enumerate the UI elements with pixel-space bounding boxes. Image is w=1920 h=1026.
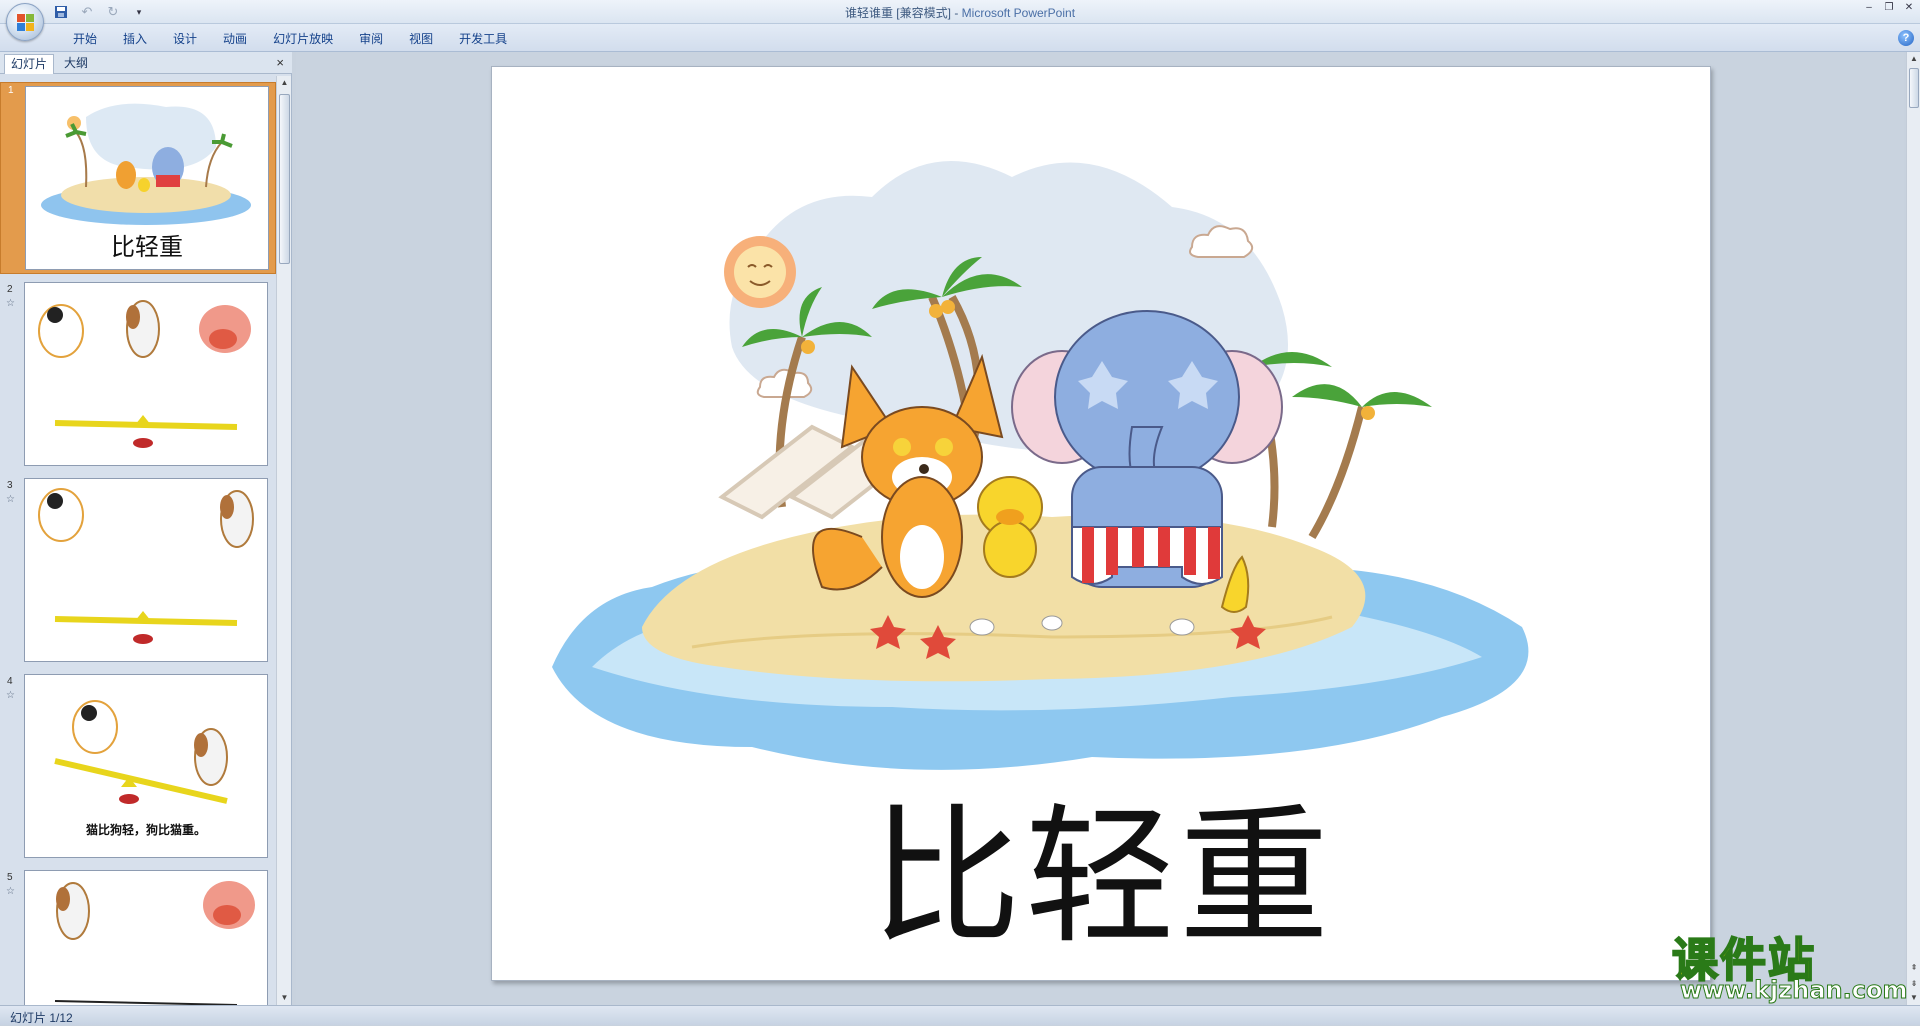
- slide-number: 2: [7, 284, 13, 295]
- slide-editing-area: 比轻重: [296, 52, 1904, 1005]
- slide-counter: 幻灯片 1/12: [10, 1011, 73, 1025]
- slide-thumbnail[interactable]: 3 ☆: [0, 478, 276, 668]
- slide-number: 4: [7, 676, 13, 687]
- close-icon[interactable]: ×: [276, 55, 284, 70]
- slide-scrollbar[interactable]: ▲ ⇞ ⇟ ▼: [1906, 52, 1920, 1005]
- status-bar: 幻灯片 1/12: [0, 1005, 1920, 1025]
- window-controls: – ❐ ✕: [1862, 2, 1916, 14]
- previous-slide-icon[interactable]: ⇞: [1907, 961, 1920, 975]
- tab-slides[interactable]: 幻灯片: [4, 54, 55, 74]
- slide-preview: 猫比狗轻，狗比猫重。: [24, 674, 268, 858]
- thumbnail-caption: 猫比狗轻，狗比猫重。: [85, 823, 206, 837]
- island-illustration: [552, 161, 1529, 770]
- tab-design[interactable]: 设计: [160, 30, 210, 48]
- tab-review[interactable]: 审阅: [346, 30, 396, 48]
- restore-button[interactable]: ❐: [1882, 2, 1896, 14]
- close-button[interactable]: ✕: [1902, 2, 1916, 14]
- sun-icon: [724, 236, 796, 308]
- tab-animations[interactable]: 动画: [210, 30, 260, 48]
- current-slide[interactable]: 比轻重: [491, 66, 1711, 981]
- slide-thumbnail[interactable]: 1 比轻重: [0, 82, 276, 274]
- animation-icon: ☆: [6, 690, 15, 701]
- document-title: 谁轻谁重 [兼容模式]: [844, 6, 951, 20]
- slide-thumbnail[interactable]: 2 ☆: [0, 282, 276, 472]
- tab-slideshow[interactable]: 幻灯片放映: [260, 30, 346, 48]
- tab-developer[interactable]: 开发工具: [446, 30, 520, 48]
- slide-preview: [24, 870, 268, 1005]
- application-name: Microsoft PowerPoint: [961, 6, 1076, 20]
- next-slide-icon[interactable]: ⇟: [1907, 977, 1920, 991]
- animation-icon: ☆: [6, 298, 15, 309]
- slide-preview: [24, 478, 268, 662]
- dog-pig-illustration: [54, 881, 255, 1005]
- panel-tabs: 幻灯片 大纲 ×: [0, 52, 292, 74]
- scrollbar-thumb[interactable]: [279, 94, 290, 264]
- tab-home[interactable]: 开始: [60, 30, 110, 48]
- help-icon[interactable]: ?: [1898, 30, 1914, 46]
- ribbon: 开始 插入 设计 动画 幻灯片放映 审阅 视图 开发工具 ?: [0, 24, 1920, 52]
- thumbnail-title: 比轻重: [111, 233, 183, 261]
- scroll-up-icon[interactable]: ▲: [277, 76, 292, 90]
- scrollbar-thumb[interactable]: [1909, 68, 1919, 108]
- tab-outline[interactable]: 大纲: [58, 54, 94, 74]
- minimize-button[interactable]: –: [1862, 2, 1876, 14]
- office-button[interactable]: [6, 3, 44, 41]
- slide-title[interactable]: 比轻重: [492, 803, 1710, 953]
- thumbnail-list: 1 比轻重 2 ☆ 3 ☆ 4 ☆ 猫比狗轻，狗比猫重。 5 ☆: [0, 76, 276, 1005]
- window-title: 谁轻谁重 [兼容模式] - Microsoft PowerPoint: [0, 4, 1920, 21]
- ribbon-tabs: 开始 插入 设计 动画 幻灯片放映 审阅 视图 开发工具: [60, 30, 520, 48]
- watermark-url: www.kjzhan.com: [1679, 976, 1908, 1005]
- slide-thumbnail[interactable]: 5 ☆: [0, 870, 276, 1005]
- animation-icon: ☆: [6, 494, 15, 505]
- tab-view[interactable]: 视图: [396, 30, 446, 48]
- office-button-icon: [17, 14, 34, 31]
- title-bar: ↶ ↻ ▾ 谁轻谁重 [兼容模式] - Microsoft PowerPoint…: [0, 0, 1920, 24]
- slide-number: 5: [7, 872, 13, 883]
- slide-thumbnail[interactable]: 4 ☆ 猫比狗轻，狗比猫重。: [0, 674, 276, 864]
- slide-number: 3: [7, 480, 13, 491]
- site-watermark: 课件站 www.kjzhan.com: [1666, 924, 1908, 1005]
- slide-preview: [24, 282, 268, 466]
- thumbnail-scrollbar[interactable]: ▲ ▼: [276, 76, 291, 1005]
- slide-preview: 比轻重: [25, 86, 269, 270]
- animation-icon: ☆: [6, 886, 15, 897]
- cat-dog-seesaw-illustration: [38, 488, 254, 644]
- scroll-down-icon[interactable]: ▼: [1907, 991, 1920, 1005]
- duck-character: [977, 476, 1043, 578]
- tab-insert[interactable]: 插入: [110, 30, 160, 48]
- scroll-up-icon[interactable]: ▲: [1907, 52, 1920, 66]
- slide-number: 1: [8, 85, 14, 96]
- scroll-down-icon[interactable]: ▼: [277, 991, 292, 1005]
- cat-dog-pig-seesaw-illustration: [38, 300, 251, 448]
- slides-panel: 幻灯片 大纲 × 1 比轻重 2 ☆ 3 ☆ 4 ☆ 猫比狗轻，狗比猫重。 5 …: [0, 52, 292, 1005]
- title-separator: -: [950, 6, 962, 20]
